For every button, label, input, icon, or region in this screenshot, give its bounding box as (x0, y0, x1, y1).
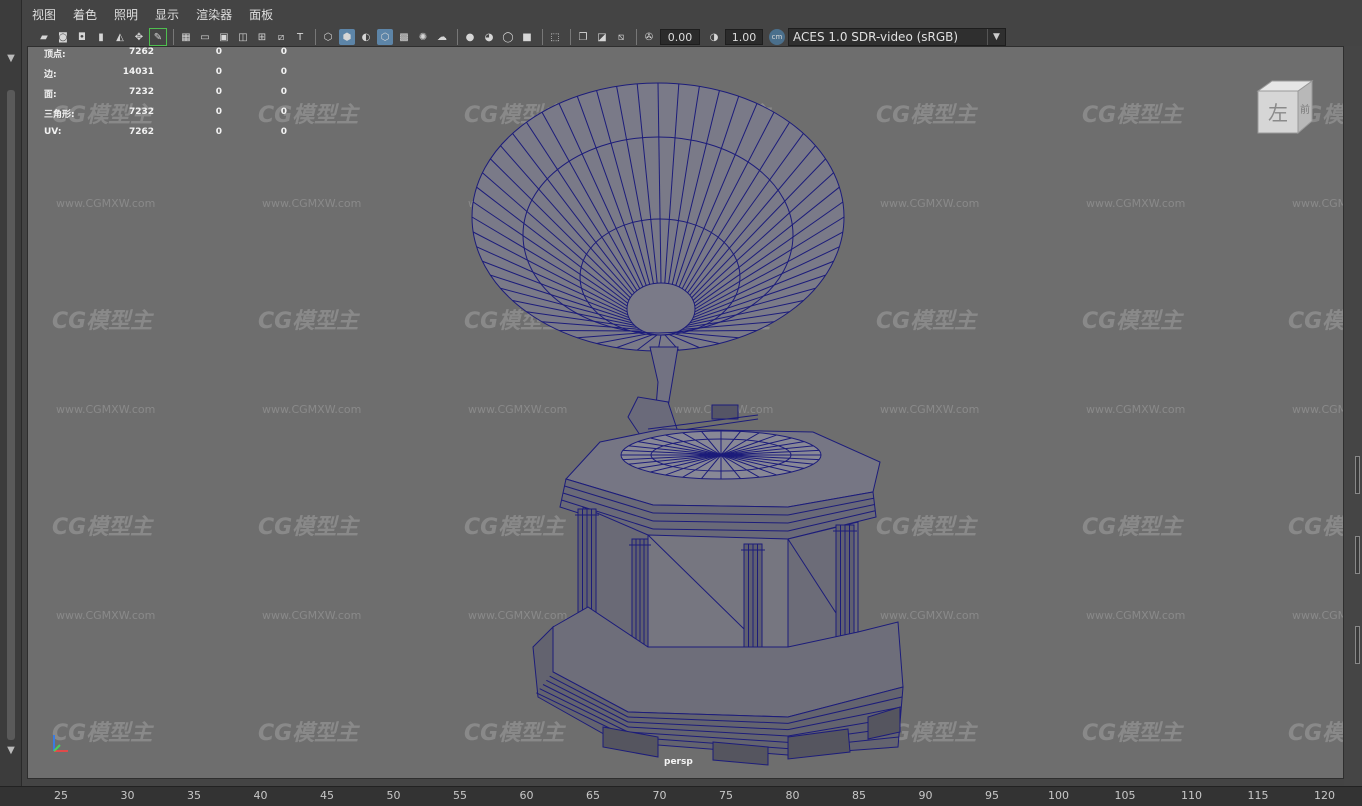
hud-row-faces: 面: 7232 0 0 (44, 87, 287, 100)
time-slider[interactable]: 25 30 35 40 45 50 55 60 65 70 75 80 85 90 95 100 105 110 1… (0, 786, 1362, 806)
panel-toolbar: ▰ ◙ ◘ ▮ ◭ ✥ ✎ ▦ ▭ ▣ ◫ ⊞ ⧄ T ⬡ ⬢ ◐ ⬡ ▩ ✺ … (22, 27, 1342, 47)
textured-icon[interactable]: ▩ (396, 29, 412, 45)
timeline-tick-label: 40 (253, 789, 268, 802)
xray-components-icon[interactable]: ⧅ (613, 29, 629, 45)
timeline-tick-label: 45 (320, 789, 334, 802)
menu-renderer[interactable]: 渲染器 (196, 6, 232, 23)
camera-lock-icon[interactable]: ◙ (55, 29, 71, 45)
gate-mask-icon[interactable]: ◫ (235, 29, 251, 45)
toolbar-divider (636, 29, 637, 45)
xray-joints-icon[interactable]: ◪ (594, 29, 610, 45)
wireframe-on-shaded-icon[interactable]: ⬡ (377, 29, 393, 45)
timeline-tick-label: 60 (519, 789, 534, 802)
panel-menu-bar: 视图 着色 照明 显示 渲染器 面板 (22, 0, 1362, 28)
timeline-tick-label: 50 (386, 789, 401, 802)
grease-pencil-icon[interactable]: ✥ (131, 29, 147, 45)
camera-select-icon[interactable]: ▰ (36, 29, 52, 45)
screen-space-ao-icon[interactable]: ● (462, 29, 478, 45)
side-tab[interactable] (1355, 456, 1360, 494)
shadows-icon[interactable]: ☁ (434, 29, 450, 45)
exposure-icon[interactable]: ✇ (641, 29, 657, 45)
left-tool-strip: ▼ ▼ (0, 0, 22, 786)
axis-gizmo (53, 735, 68, 752)
scroll-down-icon[interactable]: ▼ (3, 52, 19, 66)
right-tool-strip (1344, 46, 1362, 786)
view-cube[interactable]: 左 前 (1254, 77, 1316, 137)
color-management-icon[interactable]: cm (769, 29, 785, 45)
toolbar-divider (542, 29, 543, 45)
timeline-tick-label: 95 (985, 789, 999, 802)
side-tab[interactable] (1355, 536, 1360, 574)
image-plane-icon[interactable]: ◭ (112, 29, 128, 45)
menu-show[interactable]: 显示 (155, 6, 179, 23)
camera-attributes-icon[interactable]: ◘ (74, 29, 90, 45)
timeline-tick-label: 65 (586, 789, 600, 802)
menu-panels[interactable]: 面板 (249, 6, 273, 23)
timeline-tick-label: 105 (1114, 789, 1136, 802)
toolbar-divider (570, 29, 571, 45)
toolbar-divider (173, 29, 174, 45)
motion-blur-icon[interactable]: ◕ (481, 29, 497, 45)
pencil-icon[interactable]: ✎ (149, 28, 167, 46)
poly-count-hud: 顶点: 7262 0 0 边: 14031 0 0 面: 7232 0 0 三角… (42, 47, 302, 147)
depth-of-field-icon[interactable]: ■ (519, 29, 535, 45)
gamma-icon[interactable]: ◑ (706, 29, 722, 45)
bookmark-icon[interactable]: ▮ (93, 29, 109, 45)
grid-icon[interactable]: ▦ (178, 29, 194, 45)
timeline-tick-label: 80 (785, 789, 800, 802)
lights-icon[interactable]: ✺ (415, 29, 431, 45)
safe-action-icon[interactable]: ⧄ (273, 29, 289, 45)
xray-icon[interactable]: ❐ (575, 29, 591, 45)
toolbar-divider (315, 29, 316, 45)
3d-viewport[interactable]: CG模型主CG模型主CG模型主CG模型主CG模型主CG模型主CG模型主CG模型主… (27, 46, 1344, 779)
timeline-tick-label: 75 (719, 789, 733, 802)
menu-view[interactable]: 视图 (32, 6, 56, 23)
timeline-tick-label: 85 (852, 789, 866, 802)
camera-name-label: persp (664, 757, 693, 767)
resolution-gate-icon[interactable]: ▣ (216, 29, 232, 45)
view-cube-front-face: 前 (1300, 103, 1310, 116)
hud-row-edges: 边: 14031 0 0 (44, 67, 287, 80)
view-cube-left-face: 左 (1268, 101, 1288, 125)
horn-neck (649, 346, 679, 408)
anti-aliasing-icon[interactable]: ◯ (500, 29, 516, 45)
timeline-tick-label: 90 (918, 789, 933, 802)
menu-shading[interactable]: 着色 (73, 6, 97, 23)
timeline-tick-label: 70 (652, 789, 667, 802)
default-material-icon[interactable]: ◐ (358, 29, 374, 45)
exposure-field[interactable]: 0.00 (660, 29, 700, 45)
horn-mesh (471, 82, 845, 352)
smooth-shade-icon[interactable]: ⬢ (339, 29, 355, 45)
field-chart-icon[interactable]: ⊞ (254, 29, 270, 45)
scroll-down-icon[interactable]: ▼ (3, 744, 19, 758)
side-tab[interactable] (1355, 626, 1360, 664)
hud-row-triangles: 三角形: 7232 0 0 (44, 107, 287, 120)
tonearm-weight (711, 404, 739, 420)
timeline-tick-label: 115 (1247, 789, 1269, 802)
toolbar-divider (457, 29, 458, 45)
hud-row-vertices: 顶点: 7262 0 0 (44, 47, 287, 60)
gamma-field[interactable]: 1.00 (725, 29, 763, 45)
timeline-tick-label: 100 (1048, 789, 1069, 802)
timeline-tick-label: 110 (1181, 789, 1202, 802)
chevron-down-icon[interactable]: ▼ (987, 29, 1005, 45)
timeline-tick-label: 55 (453, 789, 467, 802)
timeline-tick-label: 30 (120, 789, 135, 802)
color-space-value: ACES 1.0 SDR-video (sRGB) (793, 30, 959, 44)
timeline-tick-label: 120 (1314, 789, 1335, 802)
film-gate-icon[interactable]: ▭ (197, 29, 213, 45)
left-scrollbar[interactable] (7, 90, 15, 740)
isolate-select-icon[interactable]: ⬚ (547, 29, 563, 45)
timeline-tick-label: 35 (187, 789, 201, 802)
timeline-tick-label: 25 (54, 789, 68, 802)
safe-title-icon[interactable]: T (292, 29, 308, 45)
menu-lighting[interactable]: 照明 (114, 6, 138, 23)
hud-row-uvs: UV: 7262 0 0 (44, 127, 287, 137)
color-space-dropdown[interactable]: ACES 1.0 SDR-video (sRGB) ▼ (788, 28, 1006, 46)
wireframe-icon[interactable]: ⬡ (320, 29, 336, 45)
gramophone-wireframe[interactable] (28, 47, 1344, 779)
